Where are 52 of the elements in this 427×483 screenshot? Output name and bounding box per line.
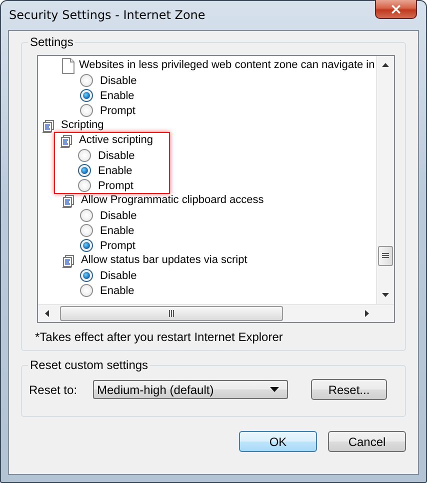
group-label: Settings <box>28 35 76 50</box>
horizontal-scrollbar[interactable] <box>38 304 394 322</box>
scroll-thumb[interactable] <box>378 246 393 266</box>
group-label: Reset custom settings <box>28 358 150 373</box>
scroll-thumb[interactable] <box>60 306 283 321</box>
radio-button[interactable] <box>80 74 93 87</box>
script-icon <box>41 118 57 134</box>
radio-label: Disable <box>100 270 137 282</box>
reset-button[interactable]: Reset... <box>311 379 387 400</box>
radio-button[interactable] <box>80 104 93 117</box>
window-title: Security Settings - Internet Zone <box>9 8 206 22</box>
cancel-button[interactable]: Cancel <box>328 431 406 452</box>
script-icon <box>59 132 75 148</box>
radio-button[interactable] <box>78 149 91 162</box>
radio-label: Enable <box>100 90 134 102</box>
radio-label: Enable <box>98 164 132 176</box>
radio-button[interactable] <box>80 284 93 297</box>
radio-button[interactable] <box>78 164 91 177</box>
radio-label: Prompt <box>100 104 136 116</box>
reset-level-dropdown[interactable]: Medium-high (default) <box>93 380 288 399</box>
script-icon <box>61 252 77 268</box>
setting-name: Allow Programmatic clipboard access <box>81 193 264 208</box>
reset-to-label: Reset to: <box>29 382 78 396</box>
radio-button[interactable] <box>80 209 93 222</box>
radio-button[interactable] <box>78 179 91 192</box>
radio-button[interactable] <box>80 239 93 252</box>
script-icon <box>61 192 77 208</box>
radio-button[interactable] <box>80 224 93 237</box>
scroll-down-icon[interactable] <box>381 292 390 298</box>
radio-label: Prompt <box>98 180 134 192</box>
radio-label: Disable <box>100 210 137 222</box>
radio-label: Enable <box>100 224 134 236</box>
ok-button[interactable]: OK <box>239 431 317 452</box>
scroll-right-icon[interactable] <box>364 309 370 318</box>
vertical-scrollbar[interactable] <box>376 56 394 304</box>
setting-name: Active scripting <box>79 133 153 148</box>
close-button[interactable]: × <box>375 0 417 19</box>
dropdown-value: Medium-high (default) <box>97 382 214 396</box>
restart-note: *Takes effect after you restart Internet Explorer <box>35 330 284 344</box>
radio-label: Disable <box>98 150 135 162</box>
radio-label: Disable <box>100 74 137 86</box>
scroll-up-icon[interactable] <box>381 62 390 68</box>
radio-label: Enable <box>100 284 134 296</box>
dropdown-caret-icon <box>270 387 279 392</box>
radio-button[interactable] <box>80 89 93 102</box>
radio-button[interactable] <box>80 269 93 282</box>
scroll-left-icon[interactable] <box>44 309 50 318</box>
radio-label: Prompt <box>100 240 136 252</box>
page-icon <box>61 58 75 74</box>
category-name: Scripting <box>61 118 104 133</box>
setting-name: Allow status bar updates via script <box>81 253 248 268</box>
setting-name: Websites in less privileged web content zone can navigate in <box>79 58 375 73</box>
